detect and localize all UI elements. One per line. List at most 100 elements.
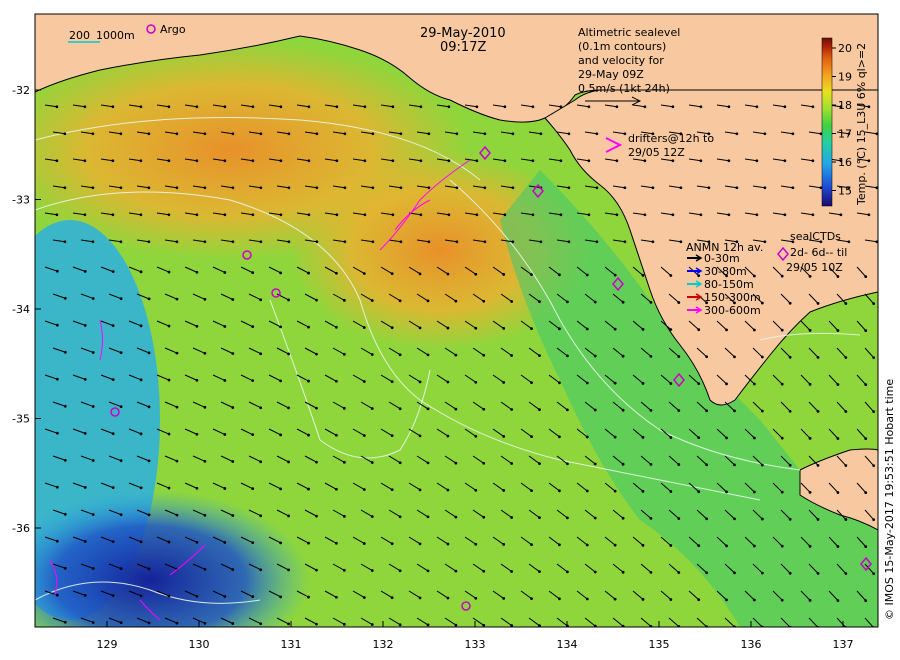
seal-legend-title: sealCTDs <box>790 230 841 243</box>
velocity-arrow-head <box>259 514 263 518</box>
velocity-arrow-head <box>839 213 843 217</box>
velocity-arrow-head <box>334 379 338 383</box>
velocity-arrow-head <box>752 598 756 602</box>
velocity-arrow-head <box>538 300 541 304</box>
velocity-arrow-head <box>780 274 784 278</box>
velocity-arrow-head <box>167 486 171 490</box>
x-tick-label: 135 <box>649 638 670 651</box>
velocity-arrow-head <box>679 186 683 190</box>
velocity-arrow-head <box>780 382 784 386</box>
velocity-arrow-head <box>307 379 310 383</box>
velocity-arrow-head <box>63 132 67 136</box>
velocity-arrow-head <box>175 297 179 301</box>
velocity-arrow-head <box>780 490 784 494</box>
velocity-arrow-head <box>398 515 402 519</box>
velocity-arrow-head <box>251 213 255 217</box>
velocity-arrow-head <box>167 270 171 274</box>
velocity-arrow-head <box>454 515 458 519</box>
velocity-arrow-head <box>287 568 290 572</box>
velocity-arrow-head <box>780 544 784 548</box>
velocity-arrow-head <box>231 240 235 244</box>
velocity-arrow-head <box>231 352 235 355</box>
velocity-arrow-head <box>287 352 290 356</box>
velocity-arrow-head <box>697 544 701 548</box>
velocity-arrow-head <box>83 213 87 217</box>
velocity-arrow-head <box>119 351 123 355</box>
x-tick-label: 131 <box>281 638 302 651</box>
velocity-arrow-head <box>844 356 848 359</box>
velocity-arrow-head <box>279 379 283 383</box>
velocity-arrow-head <box>475 159 479 163</box>
velocity-arrow-head <box>287 514 290 518</box>
velocity-arrow-head <box>362 488 366 491</box>
velocity-arrow-head <box>315 622 318 626</box>
velocity-arrow-head <box>836 329 840 332</box>
velocity-arrow-head <box>623 186 627 190</box>
velocity-arrow-head <box>707 186 711 190</box>
velocity-arrow-head <box>641 435 645 439</box>
velocity-arrow-head <box>864 437 868 441</box>
velocity-arrow-head <box>83 324 87 327</box>
velocity-arrow-head <box>259 460 263 464</box>
velocity-arrow-head <box>587 213 591 217</box>
velocity-arrow-head <box>111 324 115 328</box>
velocity-arrow-head <box>91 513 95 516</box>
velocity-arrow-head <box>454 407 458 411</box>
velocity-arrow-head <box>585 381 589 385</box>
velocity-arrow-head <box>334 325 338 329</box>
velocity-arrow-head <box>399 186 403 190</box>
velocity-arrow-head <box>307 213 311 217</box>
velocity-arrow-head <box>259 298 263 302</box>
velocity-arrow-head <box>287 406 290 410</box>
velocity-arrow-head <box>872 410 876 414</box>
velocity-arrow-head <box>864 275 868 279</box>
velocity-arrow-head <box>649 570 653 574</box>
velocity-arrow-head <box>733 463 736 467</box>
anmn-legend-label: 30-80m <box>704 265 747 278</box>
velocity-arrow-head <box>565 516 569 520</box>
velocity-arrow-head <box>613 327 617 331</box>
velocity-arrow-head <box>621 516 625 520</box>
velocity-arrow-head <box>175 186 179 190</box>
velocity-arrow-head <box>426 299 430 303</box>
velocity-arrow-head <box>343 132 347 136</box>
velocity-arrow-head <box>139 105 143 109</box>
velocity-arrow-head <box>539 132 543 136</box>
velocity-arrow-head <box>91 240 95 244</box>
velocity-arrow-head <box>699 105 703 109</box>
velocity-arrow-head <box>752 490 756 494</box>
velocity-arrow-head <box>167 105 171 109</box>
velocity-arrow-head <box>147 186 151 190</box>
colorbar-label: Temp. (°C) 15_L3U 6% ql>=2 <box>855 43 868 206</box>
velocity-arrow-head <box>808 274 812 278</box>
velocity-arrow-head <box>446 542 450 546</box>
velocity-arrow-head <box>167 159 171 163</box>
velocity-arrow-head <box>63 512 67 516</box>
velocity-arrow-head <box>259 622 263 626</box>
velocity-arrow-head <box>836 383 840 386</box>
velocity-arrow-head <box>474 542 478 546</box>
velocity-arrow-head <box>649 408 653 412</box>
velocity-arrow-head <box>816 301 820 305</box>
velocity-arrow-head <box>510 570 514 573</box>
velocity-arrow-head <box>175 351 179 355</box>
velocity-arrow-head <box>139 486 143 490</box>
velocity-arrow-head <box>335 105 339 109</box>
velocity-arrow-head <box>474 272 478 276</box>
velocity-arrow-head <box>864 545 868 549</box>
velocity-arrow-head <box>788 517 792 521</box>
colorbar-tick-label: 19 <box>838 71 852 84</box>
velocity-arrow-head <box>447 105 451 109</box>
velocity-arrow-head <box>651 240 655 244</box>
velocity-arrow-head <box>791 132 795 136</box>
velocity-arrow-head <box>474 488 478 492</box>
velocity-arrow-head <box>63 186 67 190</box>
velocity-arrow-head <box>342 298 346 302</box>
velocity-arrow-head <box>175 459 179 463</box>
velocity-arrow-head <box>482 299 486 303</box>
velocity-arrow-head <box>55 485 59 489</box>
velocity-arrow-head <box>482 623 486 627</box>
colorbar-tick-label: 18 <box>838 99 852 112</box>
velocity-arrow-head <box>175 405 179 409</box>
colorbar-tick-label: 15 <box>838 185 852 198</box>
